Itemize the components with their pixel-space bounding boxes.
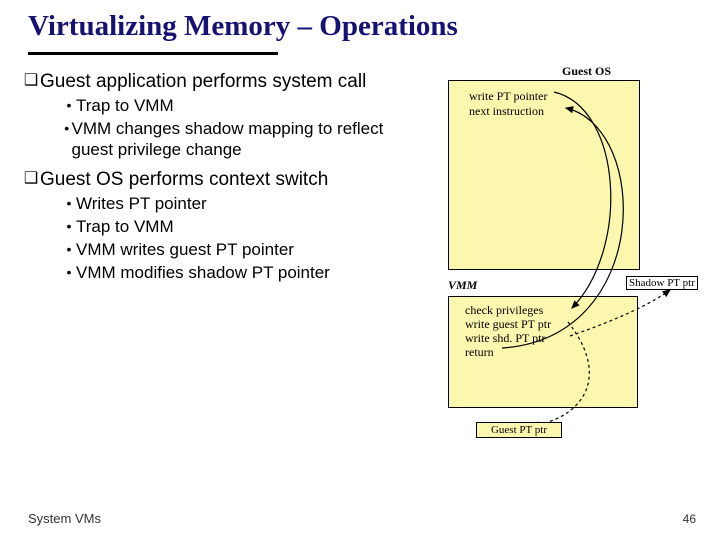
dot-bullet-icon: • [62,193,76,214]
diagram: Guest OS write PT pointer next instructi… [442,68,702,448]
bullet-text: Guest OS performs context switch [40,168,328,191]
subbullet-text: VMM changes shadow mapping to reflect gu… [72,118,403,160]
list-item: ❑ Guest OS performs context switch [22,168,402,191]
guest-pt-ptr-box: Guest PT ptr [476,422,562,438]
arrow-write-guest-ptptr [532,322,589,426]
slide-title: Virtualizing Memory – Operations [0,0,720,49]
list-item: ❑ Guest application performs system call [22,70,402,93]
square-bullet-icon: ❑ [22,70,40,93]
list-item: • VMM writes guest PT pointer [62,239,402,260]
dot-bullet-icon: • [62,216,76,237]
subbullet-text: Writes PT pointer [76,193,207,214]
list-item: • Trap to VMM [62,95,402,116]
footer-left: System VMs [28,511,101,526]
arrow-trap-to-vmm [554,92,611,308]
title-underline [28,52,278,55]
list-item: • VMM changes shadow mapping to reflect … [62,118,402,160]
page-number: 46 [683,512,696,526]
arrow-return-to-guest [502,108,623,348]
subbullet-text: VMM writes guest PT pointer [76,239,294,260]
arrow-write-shadow-ptptr [570,290,670,336]
subbullet-text: Trap to VMM [76,95,174,116]
dot-bullet-icon: • [62,95,76,116]
subbullet-text: VMM modifies shadow PT pointer [76,262,330,283]
square-bullet-icon: ❑ [22,168,40,191]
dot-bullet-icon: • [62,118,72,160]
bullet-content: ❑ Guest application performs system call… [22,66,402,283]
dot-bullet-icon: • [62,262,76,283]
dot-bullet-icon: • [62,239,76,260]
bullet-text: Guest application performs system call [40,70,366,93]
arrows-overlay [442,68,702,448]
list-item: • VMM modifies shadow PT pointer [62,262,402,283]
list-item: • Writes PT pointer [62,193,402,214]
subbullet-text: Trap to VMM [76,216,174,237]
list-item: • Trap to VMM [62,216,402,237]
